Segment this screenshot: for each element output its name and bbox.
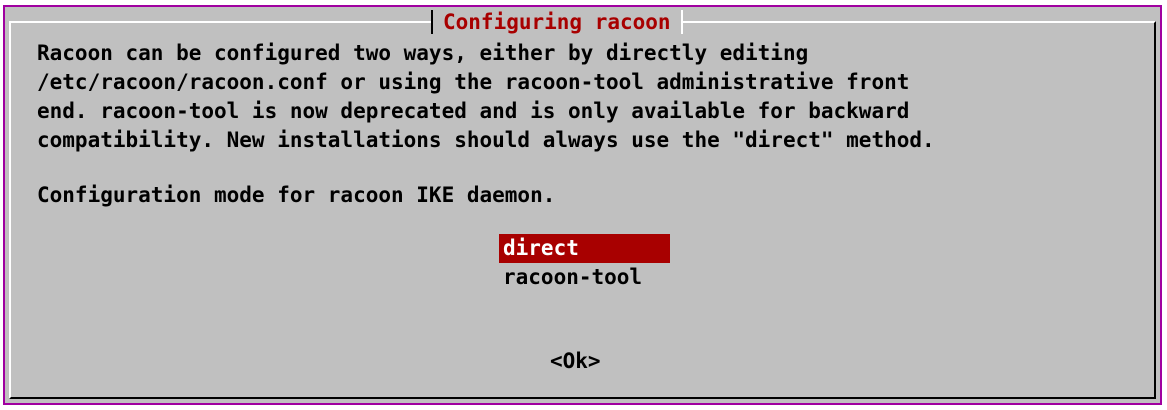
title-right-tick bbox=[680, 10, 683, 34]
dialog-prompt: Configuration mode for racoon IKE daemon… bbox=[37, 183, 556, 207]
dialog-title: Configuring racoon bbox=[431, 9, 683, 35]
description-line: Racoon can be configured two ways, eithe… bbox=[37, 41, 809, 65]
option-menu: direct racoon-tool bbox=[499, 234, 670, 292]
menu-option-racoon-tool[interactable]: racoon-tool bbox=[499, 263, 670, 292]
ok-button[interactable]: <Ok> bbox=[550, 347, 601, 376]
menu-option-direct[interactable]: direct bbox=[499, 234, 670, 263]
description-line: compatibility. New installations should … bbox=[37, 128, 935, 152]
description-line: end. racoon-tool is now deprecated and i… bbox=[37, 99, 910, 123]
description-line: /etc/racoon/racoon.conf or using the rac… bbox=[37, 70, 910, 94]
dialog-description: Racoon can be configured two ways, eithe… bbox=[37, 39, 935, 155]
debconf-dialog: Configuring racoon Racoon can be configu… bbox=[3, 5, 1162, 405]
dialog-title-text: Configuring racoon bbox=[443, 10, 671, 34]
